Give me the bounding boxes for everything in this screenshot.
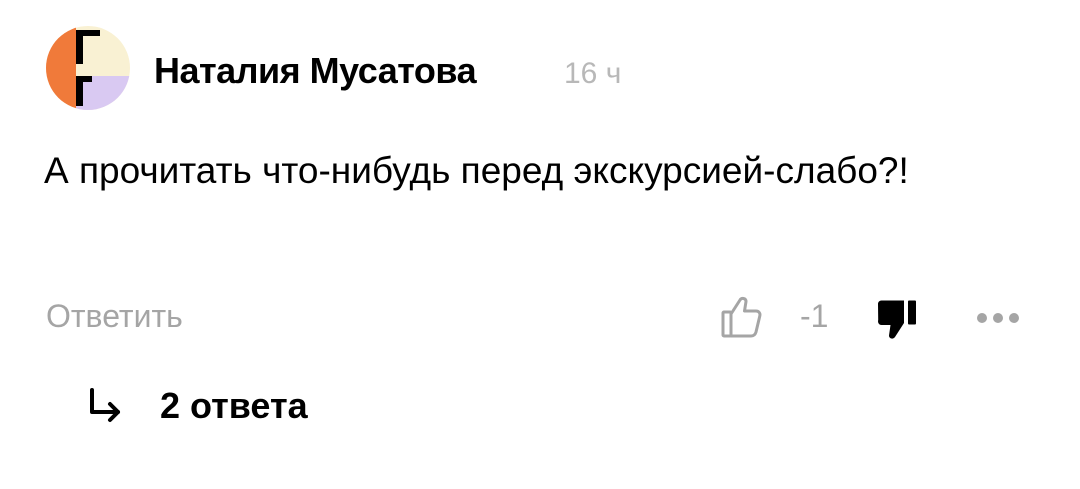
avatar-icon: [46, 26, 130, 110]
more-options-button[interactable]: [970, 306, 1026, 330]
author-avatar[interactable]: [46, 26, 130, 110]
replies-count: 2 ответа: [160, 385, 308, 426]
like-button[interactable]: [716, 290, 770, 344]
dislike-button[interactable]: [872, 292, 926, 346]
thumbs-up-icon: [721, 296, 762, 338]
rating-count: -1: [800, 298, 829, 334]
author-name[interactable]: Наталия Мусатова: [154, 49, 477, 93]
more-dots-icon: [977, 313, 1019, 323]
thumbs-down-icon: [878, 300, 916, 339]
comment-card: Наталия Мусатова 16 ч А прочитать что-ни…: [0, 0, 1080, 489]
comment-timestamp: 16 ч: [564, 57, 622, 90]
comment-text: А прочитать что-нибудь перед экскурсией-…: [44, 150, 909, 191]
reply-button[interactable]: Ответить: [46, 294, 183, 338]
reply-arrow-icon: [90, 388, 120, 422]
